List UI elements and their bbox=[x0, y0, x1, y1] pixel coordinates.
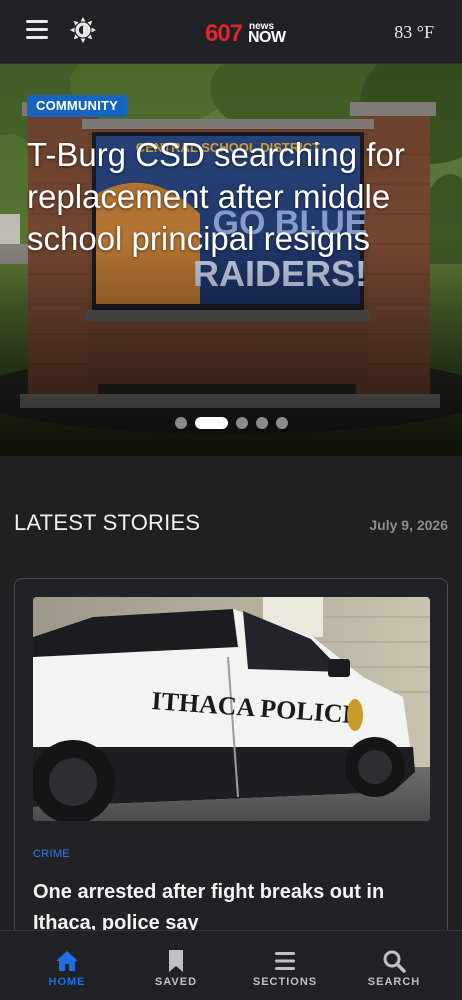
section-date: July 9, 2026 bbox=[369, 517, 448, 533]
story-category[interactable]: CRIME bbox=[33, 847, 70, 861]
home-icon bbox=[56, 951, 78, 971]
hero-category-badge[interactable]: COMMUNITY bbox=[27, 95, 127, 117]
carousel-dot-3[interactable] bbox=[235, 417, 248, 429]
hero-carousel[interactable]: CENTRAL SCHOOL DISTRICT GO BLUE RAIDERS!… bbox=[0, 64, 462, 456]
brightness-icon[interactable] bbox=[69, 16, 97, 44]
nav-saved[interactable]: SAVED bbox=[126, 931, 226, 1000]
carousel-dot-5[interactable] bbox=[275, 417, 288, 429]
weather-temperature[interactable]: 83 °F bbox=[394, 21, 434, 43]
bottom-navigation: HOME SAVED SECTIONS SEARCH bbox=[0, 930, 462, 1000]
logo-word-now: NOW bbox=[248, 29, 286, 46]
nav-sections-label: SECTIONS bbox=[252, 976, 318, 988]
nav-saved-label: SAVED bbox=[154, 976, 198, 988]
section-heading: LATEST STORIES bbox=[14, 510, 201, 535]
hamburger-menu-icon[interactable] bbox=[25, 18, 51, 42]
app-screen: 607 news NOW 83 °F COMMUNITY T-Burg CSD … bbox=[0, 0, 462, 1000]
nav-search-label: SEARCH bbox=[367, 976, 421, 988]
carousel-dot-1[interactable] bbox=[174, 417, 187, 429]
sections-menu-icon bbox=[275, 952, 295, 970]
top-bar: 607 news NOW 83 °F bbox=[0, 0, 462, 64]
nav-sections[interactable]: SECTIONS bbox=[235, 931, 335, 1000]
bookmark-icon bbox=[169, 950, 183, 972]
hero-headline[interactable]: T-Burg CSD searching for replacement aft… bbox=[27, 134, 447, 260]
hero-overlay bbox=[0, 64, 462, 456]
search-icon bbox=[383, 950, 406, 973]
carousel-indicators bbox=[0, 417, 462, 429]
logo-number: 607 bbox=[205, 20, 243, 47]
nav-home[interactable]: HOME bbox=[17, 931, 117, 1000]
carousel-dot-2[interactable] bbox=[194, 417, 228, 429]
nav-home-label: HOME bbox=[48, 976, 86, 988]
brand-logo[interactable]: 607 news NOW bbox=[205, 20, 287, 48]
nav-search[interactable]: SEARCH bbox=[344, 931, 444, 1000]
story-image: ITHACA POLICE bbox=[33, 597, 430, 821]
carousel-dot-4[interactable] bbox=[255, 417, 268, 429]
